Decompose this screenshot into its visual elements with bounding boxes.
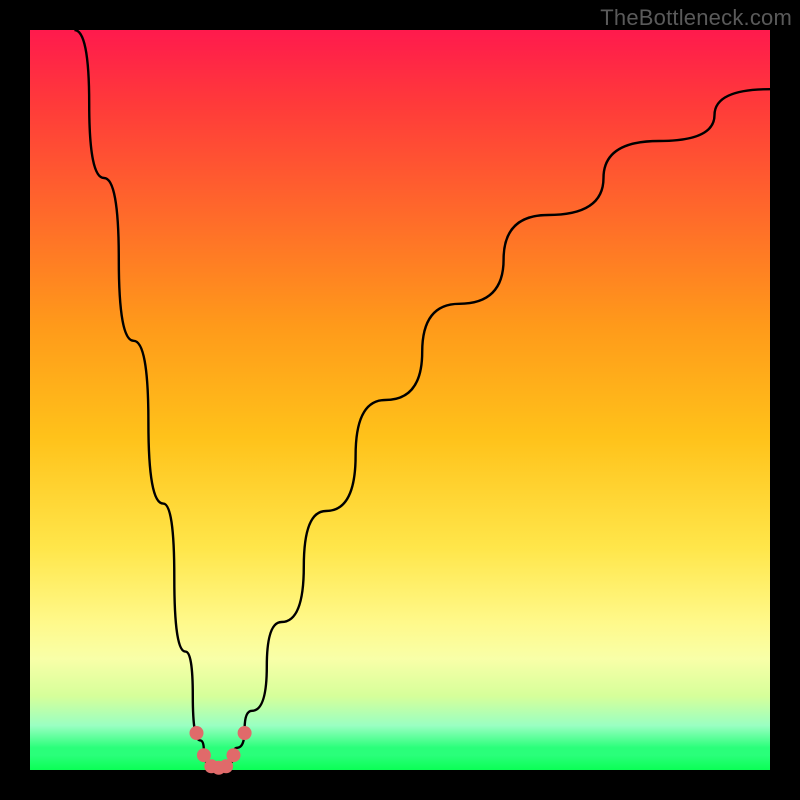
watermark-text: TheBottleneck.com	[600, 5, 792, 31]
chart-frame: TheBottleneck.com	[0, 0, 800, 800]
curve-layer	[30, 30, 770, 770]
highlight-dot	[238, 726, 252, 740]
bottleneck-curve	[74, 30, 770, 770]
highlight-dots	[190, 726, 252, 775]
highlight-dot	[227, 748, 241, 762]
highlight-dot	[190, 726, 204, 740]
